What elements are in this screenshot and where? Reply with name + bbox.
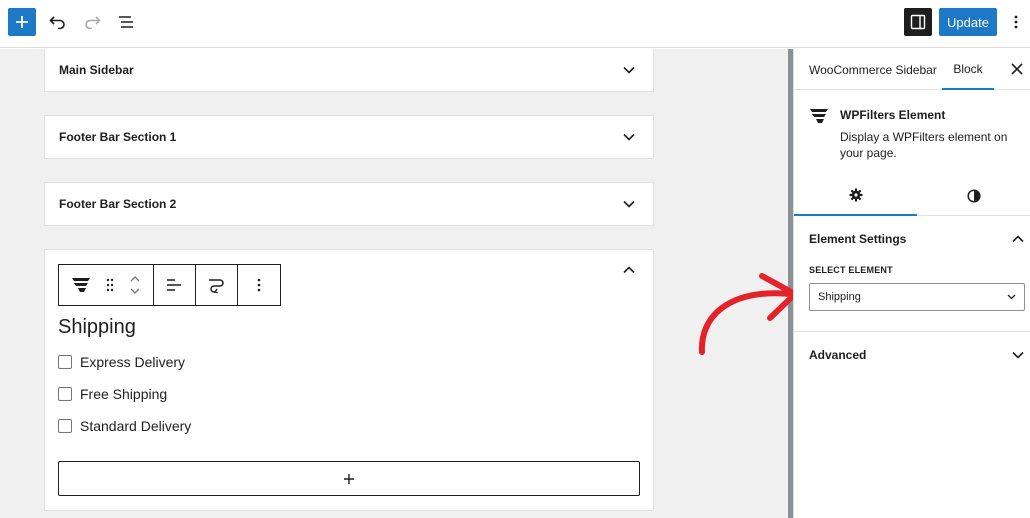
chevron-down-icon bbox=[623, 200, 635, 208]
filter-option[interactable]: Express Delivery bbox=[58, 354, 185, 370]
settings-sidebar: WooCommerce Sidebar Block WPFilters Elem… bbox=[793, 49, 1030, 518]
chevron-up-icon bbox=[1012, 235, 1024, 243]
tab-styles[interactable] bbox=[917, 176, 1030, 216]
settings-sidebar-toggle[interactable] bbox=[904, 8, 932, 36]
panel-title: Footer Bar Section 1 bbox=[59, 130, 177, 144]
block-description: Display a WPFilters element on your page… bbox=[840, 130, 1008, 160]
options-menu-button[interactable] bbox=[1004, 8, 1028, 36]
advanced-panel: Advanced bbox=[794, 332, 1030, 376]
move-up-down-icon[interactable] bbox=[129, 274, 141, 296]
undo-button[interactable] bbox=[44, 8, 72, 36]
tab-block[interactable]: Block bbox=[942, 49, 994, 90]
panel-title: Main Sidebar bbox=[59, 63, 134, 77]
filter-option[interactable]: Free Shipping bbox=[58, 386, 167, 402]
annotation-arrow bbox=[698, 273, 798, 355]
more-vertical-icon bbox=[257, 278, 261, 292]
close-icon[interactable] bbox=[1010, 62, 1024, 76]
align-button[interactable] bbox=[154, 265, 197, 305]
checkbox[interactable] bbox=[58, 355, 72, 369]
filter-option-label: Standard Delivery bbox=[80, 418, 192, 434]
inspector-tabs bbox=[794, 176, 1030, 216]
editor-toolbar: Update bbox=[0, 0, 1030, 48]
widget-area-panel[interactable]: Main Sidebar bbox=[44, 49, 654, 92]
filter-option-label: Express Delivery bbox=[80, 354, 186, 370]
editor-canvas: Main Sidebar Footer Bar Section 1 Footer… bbox=[0, 49, 788, 518]
select-element-dropdown[interactable]: Shipping bbox=[809, 283, 1025, 311]
sidebar-toggle-icon bbox=[910, 14, 926, 30]
sidebar-tabs: WooCommerce Sidebar Block bbox=[794, 49, 1030, 90]
checkbox[interactable] bbox=[58, 387, 72, 401]
block-appender-button[interactable] bbox=[58, 461, 640, 496]
element-settings-panel: Element Settings SELECT ELEMENT Shipping bbox=[794, 216, 1030, 332]
checkbox[interactable] bbox=[58, 419, 72, 433]
widget-area-panel[interactable]: Footer Bar Section 2 bbox=[44, 182, 654, 226]
block-toolbar bbox=[58, 264, 281, 306]
widget-area-panel-expanded[interactable]: Shipping Express Delivery Free Shipping … bbox=[44, 249, 654, 511]
panel-header[interactable]: Main Sidebar bbox=[45, 49, 653, 91]
panel-header[interactable]: Footer Bar Section 2 bbox=[45, 183, 653, 225]
plus-icon bbox=[16, 16, 28, 28]
element-settings-header[interactable]: Element Settings bbox=[809, 232, 1024, 246]
chevron-down-icon bbox=[623, 66, 635, 74]
section-title: Element Settings bbox=[809, 232, 907, 246]
add-block-button[interactable] bbox=[8, 8, 36, 36]
list-view-icon bbox=[119, 16, 133, 28]
chevron-down-icon bbox=[1012, 351, 1024, 359]
panel-header[interactable]: Footer Bar Section 1 bbox=[45, 116, 653, 158]
widget-area-panel[interactable]: Footer Bar Section 1 bbox=[44, 115, 654, 159]
align-left-icon bbox=[167, 279, 182, 291]
update-button[interactable]: Update bbox=[939, 8, 997, 36]
block-toolbar-group bbox=[59, 265, 154, 305]
tab-woocommerce-sidebar[interactable]: WooCommerce Sidebar bbox=[809, 49, 937, 90]
panel-title: Footer Bar Section 2 bbox=[59, 197, 177, 211]
chevron-up-icon[interactable] bbox=[623, 266, 635, 274]
tab-settings[interactable] bbox=[794, 176, 917, 216]
chevron-down-icon bbox=[1007, 294, 1016, 300]
gear-icon bbox=[849, 188, 862, 202]
filter-option[interactable]: Standard Delivery bbox=[58, 418, 191, 434]
select-element-label: SELECT ELEMENT bbox=[809, 265, 893, 275]
transform-button[interactable] bbox=[196, 265, 239, 305]
list-view-button[interactable] bbox=[112, 8, 140, 36]
advanced-header[interactable]: Advanced bbox=[809, 348, 1024, 362]
block-name: WPFilters Element bbox=[840, 108, 946, 122]
selected-value: Shipping bbox=[818, 291, 861, 303]
redo-button[interactable] bbox=[78, 8, 106, 36]
more-vertical-icon bbox=[1014, 15, 1018, 29]
contrast-icon bbox=[966, 189, 981, 203]
plus-icon bbox=[344, 473, 354, 484]
block-options-button[interactable] bbox=[238, 265, 280, 305]
wpfilters-logo-icon[interactable] bbox=[71, 276, 91, 294]
transform-icon bbox=[208, 279, 224, 293]
filter-title: Shipping bbox=[58, 316, 136, 338]
wpfilters-logo-icon bbox=[810, 109, 828, 123]
drag-handle-icon[interactable] bbox=[106, 278, 114, 292]
section-title: Advanced bbox=[809, 348, 867, 362]
chevron-down-icon bbox=[623, 133, 635, 141]
redo-icon bbox=[85, 16, 101, 29]
filter-option-label: Free Shipping bbox=[80, 386, 168, 402]
undo-icon bbox=[49, 16, 65, 29]
